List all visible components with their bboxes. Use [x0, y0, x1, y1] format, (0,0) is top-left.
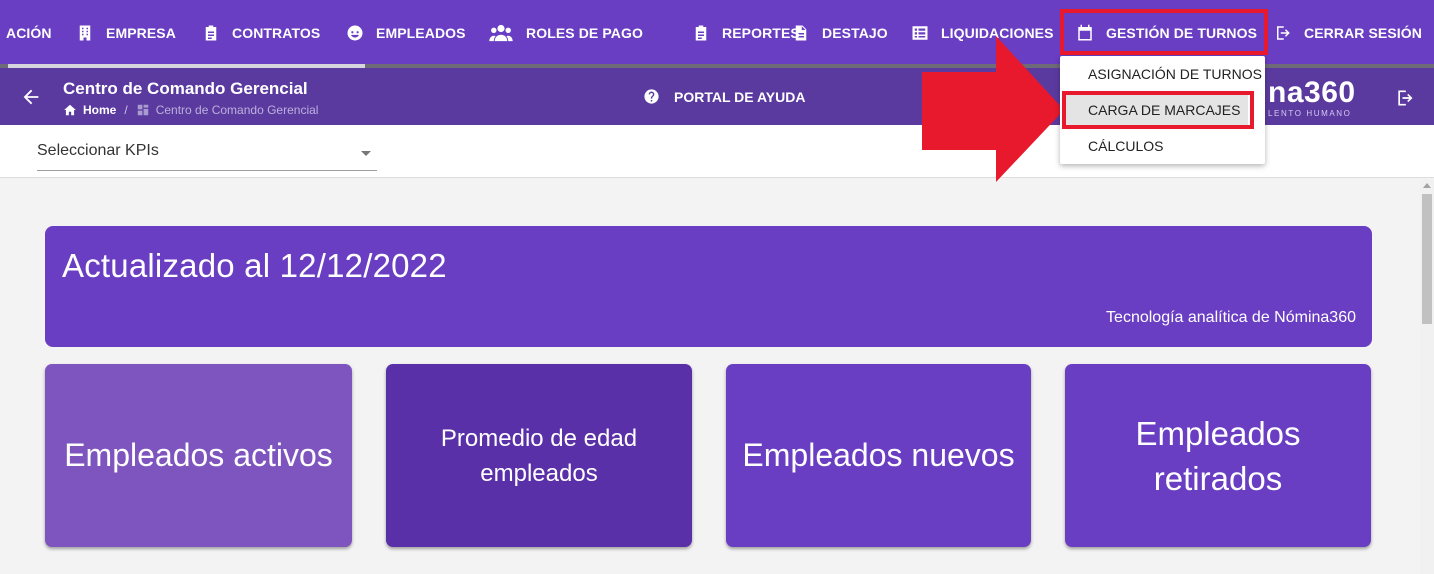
brand-tagline: LENTO HUMANO	[1268, 109, 1352, 118]
banner-subtitle: Tecnología analítica de Nómina360	[1106, 309, 1356, 326]
home-icon	[64, 104, 76, 116]
dropdown-item-asignacion-de-turnos[interactable]: ASIGNACIÓN DE TURNOS	[1060, 59, 1265, 89]
nav-item-roles-de-pago[interactable]: ROLES DE PAGO	[488, 0, 643, 66]
nav-item-label: ACIÓN	[6, 25, 52, 41]
kpi-card-label: Empleados activos	[64, 437, 333, 473]
nav-item-label: REPORTES	[722, 25, 800, 41]
nav-item-destajo[interactable]: DESTAJO	[792, 0, 888, 66]
nav-item-configuracion[interactable]: ACIÓN	[6, 0, 52, 66]
building-icon	[79, 25, 91, 41]
document-icon	[795, 25, 807, 41]
update-banner: Actualizado al 12/12/2022 Tecnología ana…	[45, 226, 1372, 347]
people-icon	[489, 24, 513, 42]
page-title: Centro de Comando Gerencial	[63, 79, 308, 98]
kpi-select[interactable]: Seleccionar KPIs	[37, 137, 377, 171]
nav-item-label: CONTRATOS	[232, 25, 321, 41]
dropdown-item-label: CÁLCULOS	[1088, 138, 1164, 154]
annotation-highlight-nav	[1060, 9, 1268, 55]
kpi-card-active-employees[interactable]: Empleados activos	[45, 364, 352, 547]
annotation-highlight-dropdown-item	[1062, 91, 1254, 129]
list-icon	[912, 26, 928, 40]
nav-item-label: ROLES DE PAGO	[526, 25, 643, 41]
clipboard-icon	[695, 25, 707, 41]
clipboard-icon	[205, 25, 217, 41]
chevron-down-icon	[361, 151, 371, 156]
kpi-card-average-age[interactable]: Promedio de edad empleados	[386, 364, 692, 547]
breadcrumb-separator: /	[124, 103, 128, 117]
nav-item-liquidaciones[interactable]: LIQUIDACIONES	[911, 0, 1054, 66]
dropdown-item-label: ASIGNACIÓN DE TURNOS	[1088, 66, 1262, 82]
kpi-select-label: Seleccionar KPIs	[37, 142, 159, 159]
dashboard-icon	[137, 104, 148, 116]
nav-item-cerrar-sesion[interactable]: CERRAR SESIÓN	[1274, 0, 1422, 66]
nav-item-contratos[interactable]: CONTRATOS	[202, 0, 320, 66]
kpi-card-label: Empleados retirados	[1135, 414, 1301, 497]
nav-item-label: DESTAJO	[822, 25, 888, 41]
help-portal-link[interactable]: PORTAL DE AYUDA	[643, 88, 805, 105]
breadcrumb: Home / Centro de Comando Gerencial	[63, 103, 318, 117]
nav-item-empresa[interactable]: EMPRESA	[76, 0, 176, 66]
nav-item-reportes[interactable]: REPORTES	[692, 0, 800, 66]
arrow-left-icon[interactable]	[20, 86, 42, 108]
dropdown-item-calculos[interactable]: CÁLCULOS	[1060, 131, 1265, 161]
help-icon	[644, 89, 659, 104]
scrollbar-thumb[interactable]	[1422, 194, 1432, 324]
scrollbar[interactable]	[1420, 179, 1434, 574]
nav-item-label: CERRAR SESIÓN	[1304, 25, 1422, 41]
kpi-card-label: Empleados nuevos	[742, 437, 1015, 473]
face-icon	[347, 25, 363, 41]
brand-logo: na360	[1268, 76, 1356, 109]
page: ACIÓN EMPRESA CONTRATOS EMPLEADOS ROLES …	[0, 0, 1434, 574]
nav-item-empleados[interactable]: EMPLEADOS	[346, 0, 466, 66]
nav-item-label: EMPLEADOS	[376, 25, 466, 41]
kpi-card-new-employees[interactable]: Empleados nuevos	[726, 364, 1031, 547]
kpi-card-retired-employees[interactable]: Empleados retirados	[1065, 364, 1371, 547]
scroll-up-icon[interactable]	[1423, 183, 1431, 188]
breadcrumb-home[interactable]: Home	[83, 103, 116, 117]
logout-icon[interactable]	[1395, 88, 1415, 108]
banner-title: Actualizado al 12/12/2022	[62, 247, 447, 284]
logout-icon	[1277, 26, 1290, 40]
help-portal-label: PORTAL DE AYUDA	[674, 88, 806, 105]
nav-item-label: EMPRESA	[106, 25, 176, 41]
nav-item-label: LIQUIDACIONES	[941, 25, 1054, 41]
kpi-card-label: Promedio de edad empleados	[440, 424, 638, 487]
breadcrumb-current: Centro de Comando Gerencial	[155, 103, 319, 117]
